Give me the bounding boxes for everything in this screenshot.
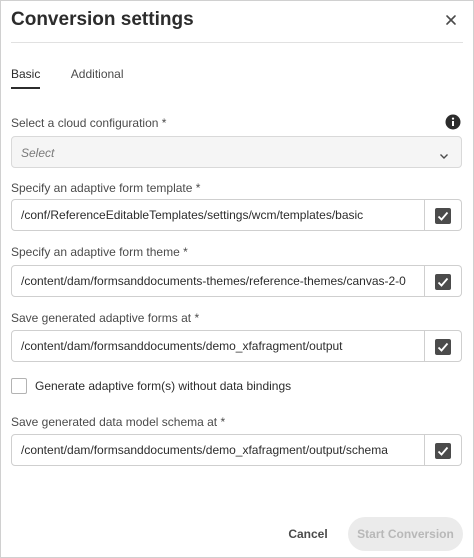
- checkmark-icon: [435, 274, 451, 290]
- schema-output-checkbox-button[interactable]: [425, 434, 462, 466]
- tab-bar: Basic Additional: [11, 65, 150, 91]
- start-conversion-button[interactable]: Start Conversion: [348, 517, 463, 551]
- schema-output-field: /content/dam/formsanddocuments/demo_xfaf…: [11, 434, 462, 466]
- theme-label: Specify an adaptive form theme *: [11, 245, 188, 259]
- cloud-config-placeholder: Select: [21, 146, 55, 160]
- tab-additional[interactable]: Additional: [71, 67, 124, 87]
- theme-checkbox-button[interactable]: [425, 265, 462, 297]
- info-icon[interactable]: [445, 114, 461, 130]
- checkmark-icon: [435, 208, 451, 224]
- no-bindings-checkbox[interactable]: [11, 378, 27, 394]
- forms-output-input[interactable]: /content/dam/formsanddocuments/demo_xfaf…: [11, 330, 425, 362]
- checkmark-icon: [435, 443, 451, 459]
- header-divider: [11, 42, 463, 43]
- cloud-config-select[interactable]: Select: [11, 136, 462, 168]
- template-label: Specify an adaptive form template *: [11, 181, 201, 195]
- tab-basic[interactable]: Basic: [11, 67, 41, 89]
- close-icon[interactable]: [443, 12, 459, 28]
- forms-output-label: Save generated adaptive forms at *: [11, 311, 200, 325]
- theme-field: /content/dam/formsanddocuments-themes/re…: [11, 265, 462, 297]
- template-checkbox-button[interactable]: [425, 199, 462, 231]
- template-input[interactable]: /conf/ReferenceEditableTemplates/setting…: [11, 199, 425, 231]
- template-field: /conf/ReferenceEditableTemplates/setting…: [11, 199, 462, 231]
- dialog-header: Conversion settings: [1, 1, 473, 43]
- conversion-settings-dialog: Conversion settings Basic Additional Sel…: [0, 0, 474, 558]
- no-bindings-label: Generate adaptive form(s) without data b…: [35, 379, 292, 393]
- chevron-down-icon: [439, 148, 449, 159]
- schema-output-input[interactable]: /content/dam/formsanddocuments/demo_xfaf…: [11, 434, 425, 466]
- cloud-config-label: Select a cloud configuration *: [11, 116, 167, 130]
- forms-output-checkbox-button[interactable]: [425, 330, 462, 362]
- dialog-title: Conversion settings: [11, 9, 194, 30]
- cancel-button[interactable]: Cancel: [274, 519, 342, 549]
- theme-input[interactable]: /content/dam/formsanddocuments-themes/re…: [11, 265, 425, 297]
- forms-output-field: /content/dam/formsanddocuments/demo_xfaf…: [11, 330, 462, 362]
- schema-output-label: Save generated data model schema at *: [11, 415, 226, 429]
- checkmark-icon: [435, 339, 451, 355]
